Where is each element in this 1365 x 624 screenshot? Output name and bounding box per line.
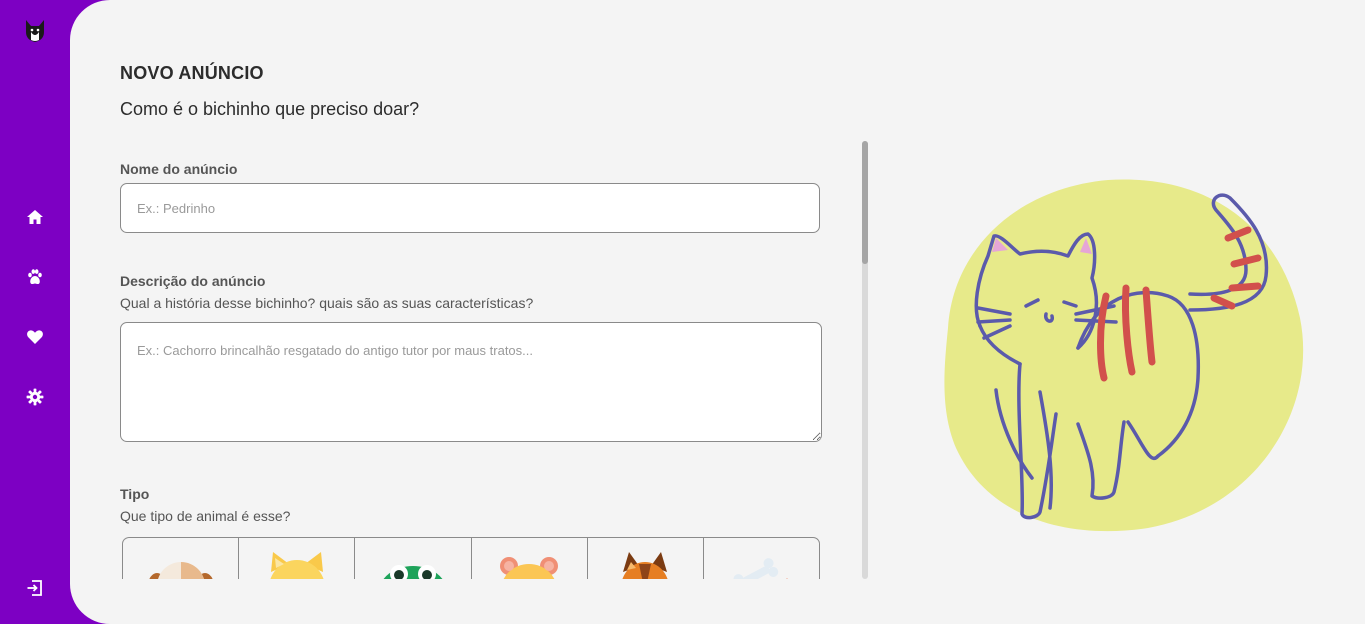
ad-form: Nome do anúncio Descrição do anúncio Qua… (120, 140, 865, 579)
type-option-dog[interactable] (123, 538, 240, 579)
sidebar-item-favorites[interactable] (24, 328, 46, 350)
sidebar-item-pets[interactable] (24, 268, 46, 290)
page-title: NOVO ANÚNCIO (120, 63, 264, 83)
form-scrollbar[interactable] (862, 141, 868, 579)
ad-name-input[interactable] (120, 183, 820, 233)
scrollbar-thumb[interactable] (862, 141, 868, 264)
cat-illustration (928, 178, 1308, 543)
logout-icon (26, 579, 44, 602)
sidebar-item-home[interactable] (24, 208, 46, 230)
type-option-horse[interactable] (588, 538, 704, 579)
ad-description-hint: Qual a história desse bichinho? quais sã… (120, 295, 534, 311)
home-icon (26, 208, 44, 231)
type-option-rodent[interactable] (472, 538, 588, 579)
animal-type-hint: Que tipo de animal é esse? (120, 508, 291, 524)
paw-icon (26, 268, 44, 291)
animal-type-label: Tipo (120, 486, 150, 502)
logout-button[interactable] (24, 579, 46, 601)
animal-type-options (122, 537, 820, 579)
gear-icon (26, 388, 44, 411)
type-option-reptile[interactable] (355, 538, 472, 579)
sidebar (0, 0, 70, 624)
type-option-other[interactable] (704, 538, 819, 579)
main-content: NOVO ANÚNCIO Como é o bichinho que preci… (70, 0, 1365, 624)
ad-name-label: Nome do anúncio (120, 161, 238, 177)
type-option-cat[interactable] (239, 538, 356, 579)
sidebar-item-settings[interactable] (24, 388, 46, 410)
ad-description-textarea[interactable] (120, 322, 822, 442)
ad-description-label: Descrição do anúncio (120, 273, 266, 289)
heart-icon (26, 328, 44, 351)
logo-cat-icon[interactable] (22, 18, 48, 44)
page-subtitle: Como é o bichinho que preciso doar? (120, 99, 420, 119)
